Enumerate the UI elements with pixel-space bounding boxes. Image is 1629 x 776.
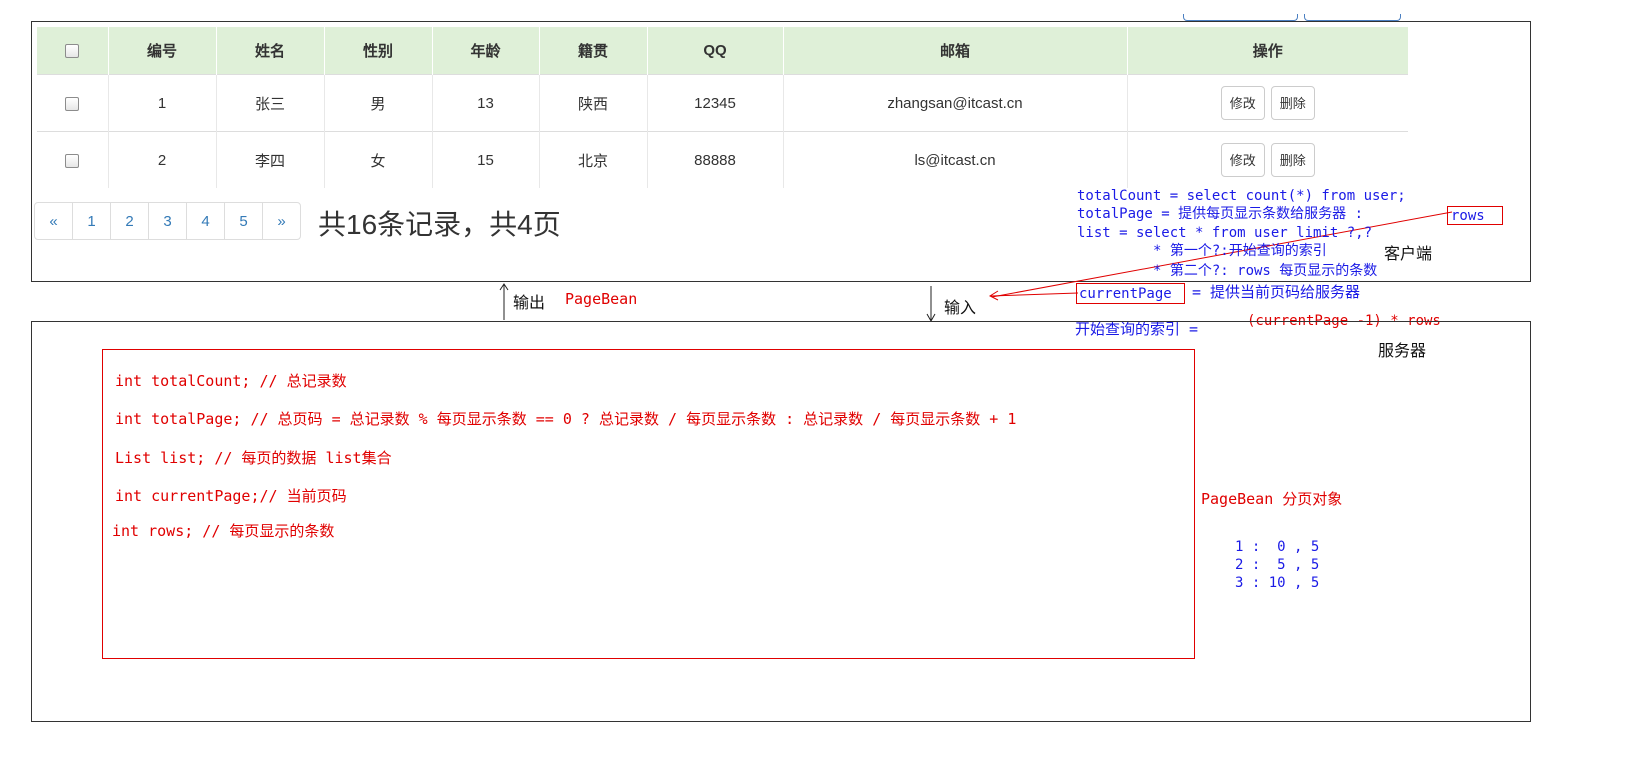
total-count-note: totalCount = select count(*) from user;: [1077, 188, 1406, 204]
input-label: 输入: [944, 298, 977, 317]
client-label: 客户端: [1384, 244, 1433, 263]
field-current-page: int currentPage;// 当前页码: [115, 487, 347, 505]
first-param-note: * 第一个?:开始查询的索引: [1153, 243, 1327, 259]
field-rows: int rows; // 每页显示的条数: [112, 522, 335, 540]
current-page-highlight: currentPage: [1076, 283, 1185, 304]
example-page-1: 1 : 0 , 5: [1235, 539, 1320, 555]
output-label: 输出: [513, 293, 546, 312]
second-param-note: * 第二个?: rows 每页显示的条数: [1153, 263, 1378, 279]
example-page-2: 2 : 5 , 5: [1235, 557, 1320, 573]
current-page-note: = 提供当前页码给服务器: [1192, 283, 1361, 301]
field-total-page: int totalPage; // 总页码 = 总记录数 % 每页显示条数 ==…: [115, 410, 1017, 428]
rows-highlight: rows: [1447, 206, 1503, 225]
field-list: List list; // 每页的数据 list集合: [115, 449, 392, 467]
total-page-note: totalPage = 提供每页显示条数给服务器 :: [1077, 206, 1364, 222]
list-query-note: list = select * from user limit ?,?: [1077, 225, 1373, 241]
example-page-3: 3 : 10 , 5: [1235, 575, 1320, 591]
field-total-count: int totalCount; // 总记录数: [115, 372, 347, 390]
pagebean-label: PageBean 分页对象: [1201, 490, 1343, 508]
output-type-label: PageBean: [565, 290, 638, 308]
